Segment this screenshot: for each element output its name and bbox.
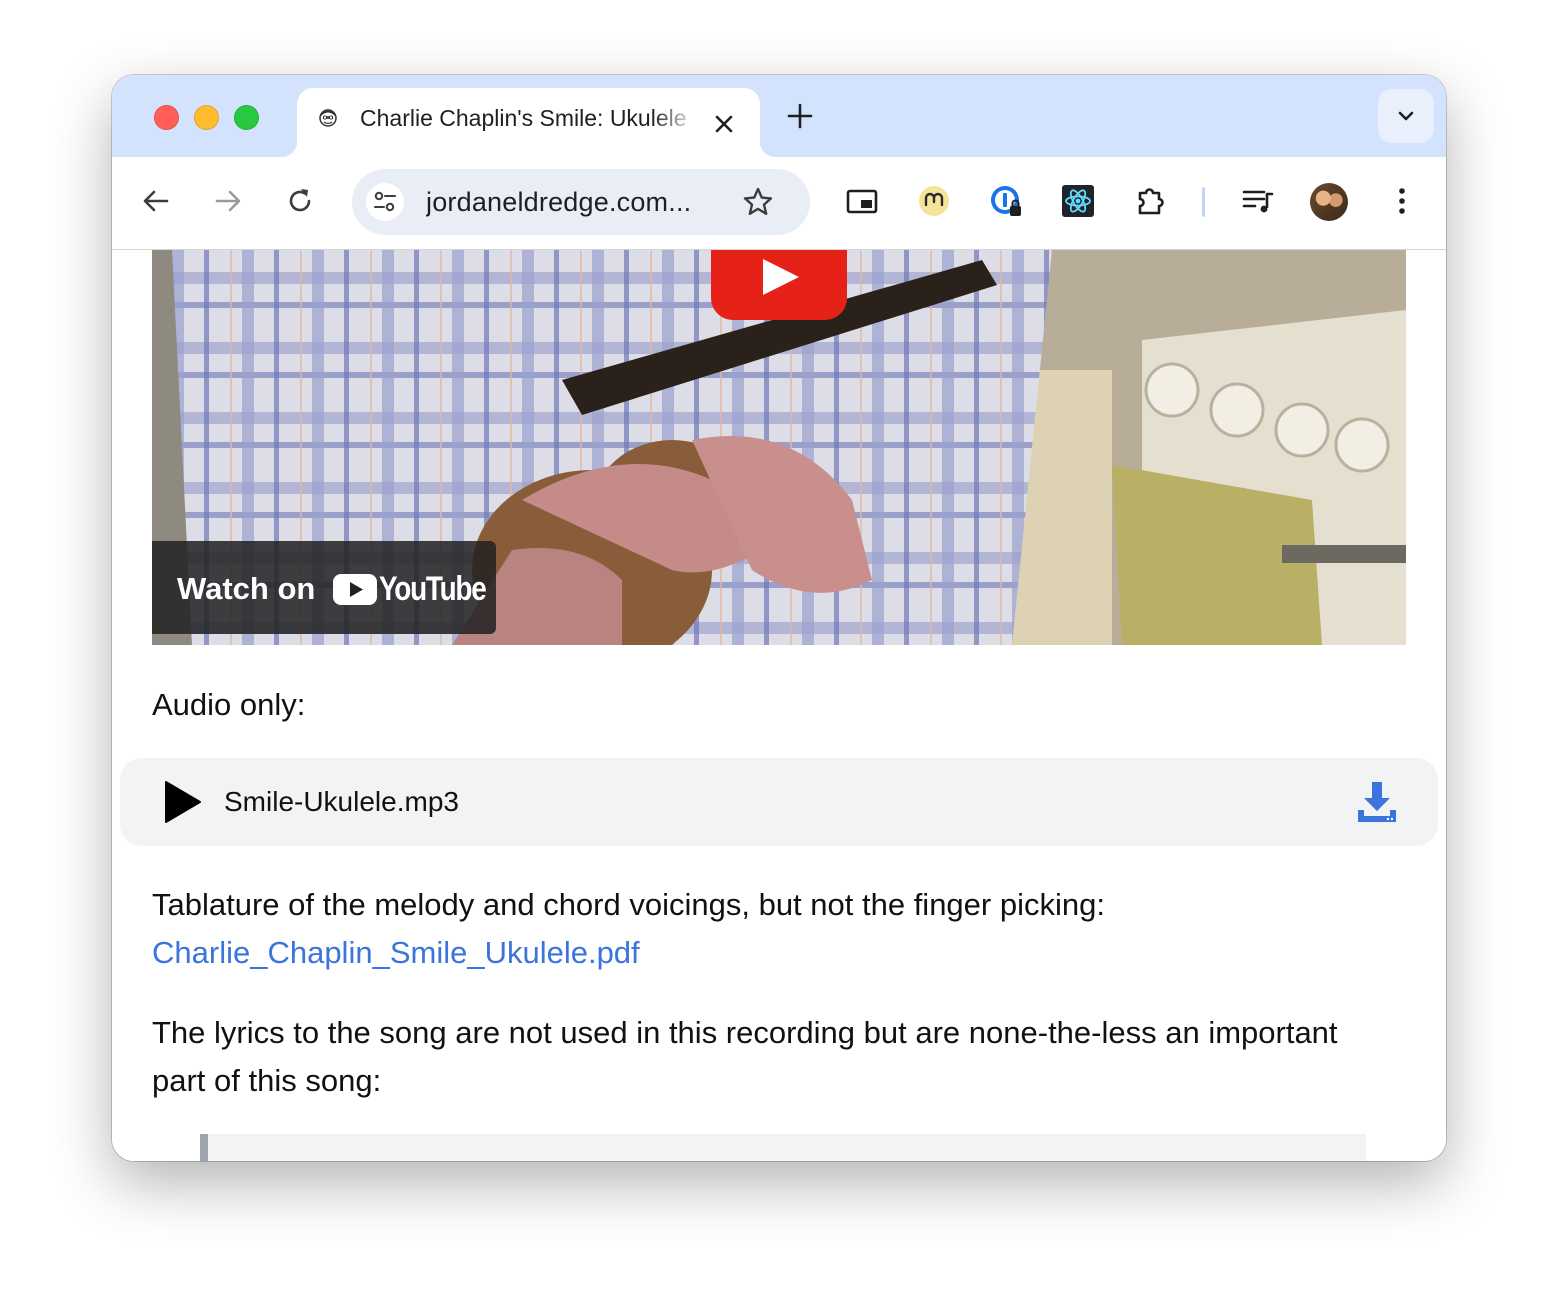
chevron-down-icon	[1398, 111, 1414, 121]
tune-icon	[374, 191, 396, 212]
browser-window: Charlie Chaplin's Smile: Ukulele jordane…	[112, 75, 1446, 1161]
profile-avatar[interactable]	[1310, 183, 1348, 221]
tablature-paragraph: Tablature of the melody and chord voicin…	[152, 881, 1302, 977]
close-icon[interactable]	[714, 114, 734, 134]
avatar-favicon-icon	[319, 109, 337, 127]
tablature-text: Tablature of the melody and chord voicin…	[152, 887, 1105, 922]
puzzle-extensions-icon[interactable]	[1132, 183, 1168, 219]
close-window-button[interactable]	[154, 105, 179, 130]
pdf-download-link[interactable]: Charlie_Chaplin_Smile_Ukulele.pdf	[152, 935, 640, 970]
audio-heading: Audio only:	[152, 687, 306, 722]
download-icon[interactable]	[1354, 778, 1400, 826]
reload-icon[interactable]	[283, 184, 317, 218]
lyrics-blockquote	[200, 1134, 1366, 1161]
password-manager-icon[interactable]	[988, 183, 1024, 219]
watch-on-youtube-button[interactable]: Watch on YouTube	[152, 541, 496, 634]
watch-on-label: Watch on	[177, 571, 316, 606]
kebab-menu-icon[interactable]	[1384, 183, 1420, 219]
react-devtools-icon[interactable]	[1060, 183, 1096, 219]
youtube-logo-icon	[333, 574, 377, 605]
picture-in-picture-icon[interactable]	[844, 183, 880, 219]
tab-strip: Charlie Chaplin's Smile: Ukulele	[112, 75, 1446, 157]
plus-icon[interactable]	[787, 103, 813, 129]
minimize-window-button[interactable]	[194, 105, 219, 130]
toolbar: jordaneldredge.com...	[112, 157, 1446, 250]
url-text: jordaneldredge.com...	[426, 187, 692, 217]
toolbar-divider	[1202, 187, 1205, 217]
youtube-play-button[interactable]	[711, 250, 847, 320]
youtube-wordmark: YouTube	[379, 570, 487, 608]
zoom-window-button[interactable]	[234, 105, 259, 130]
address-bar[interactable]: jordaneldredge.com...	[352, 169, 810, 235]
site-info-button[interactable]	[366, 183, 404, 221]
audio-player[interactable]: Smile-Ukulele.mp3	[120, 758, 1438, 846]
back-arrow-icon[interactable]	[139, 184, 173, 218]
forward-arrow-icon[interactable]	[211, 184, 245, 218]
star-icon[interactable]	[742, 186, 774, 218]
play-icon[interactable]	[160, 778, 204, 826]
mastodon-extension-icon[interactable]	[916, 183, 952, 219]
youtube-embed[interactable]: Watch on YouTube	[152, 250, 1406, 645]
tab-search-button[interactable]	[1378, 89, 1434, 143]
tab-active[interactable]: Charlie Chaplin's Smile: Ukulele	[281, 88, 776, 157]
page-content: Watch on YouTube Audio only: Smile-Ukule…	[112, 250, 1446, 1161]
tab-title-fade	[652, 103, 697, 133]
audio-file-name: Smile-Ukulele.mp3	[224, 786, 459, 817]
tab-title: Charlie Chaplin's Smile: Ukulele	[360, 105, 687, 131]
play-icon	[763, 259, 799, 295]
lyrics-intro-paragraph: The lyrics to the song are not used in t…	[152, 1015, 1338, 1098]
queue-music-icon[interactable]	[1240, 183, 1276, 219]
